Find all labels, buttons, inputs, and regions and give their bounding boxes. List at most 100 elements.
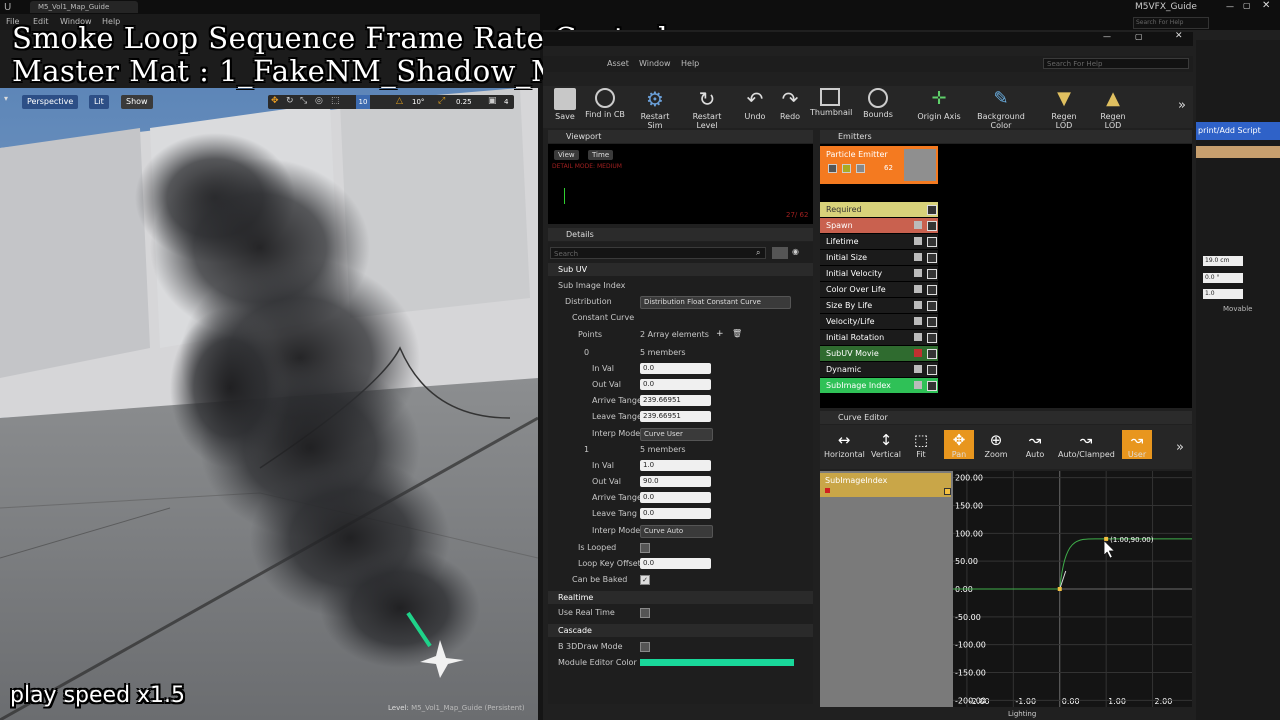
3d-draw-mode-checkbox[interactable] (640, 642, 650, 652)
module-enable-checkbox[interactable] (927, 301, 937, 311)
curve-auto-button[interactable]: ↝ Auto (1020, 430, 1050, 459)
p0-interp-combo[interactable]: Curve User (640, 428, 713, 441)
restart-level-button[interactable]: ↻ Restart Level (682, 88, 732, 130)
restart-sim-button[interactable]: ⚙ Restart Sim (632, 88, 678, 130)
location-field[interactable]: 19.0 cm (1203, 256, 1243, 266)
scale-icon[interactable]: ⤡ (300, 96, 307, 106)
help-search-input[interactable]: Search For Help (1133, 17, 1209, 29)
module-editor-color-swatch[interactable] (640, 659, 794, 666)
module-enable-checkbox[interactable] (927, 349, 937, 359)
loop-key-offset-field[interactable]: 0.0 (640, 558, 711, 569)
curve-fit-button[interactable]: ⬚ Fit (908, 430, 934, 459)
background-color-button[interactable]: ✎ Background Color (966, 88, 1036, 130)
is-looped-checkbox[interactable] (640, 543, 650, 553)
module-curve-toggle[interactable] (914, 349, 922, 357)
cascade-menu-asset[interactable]: Asset (607, 59, 629, 68)
toolbar-overflow-icon[interactable]: » (1178, 98, 1186, 113)
rotation-snap-icon[interactable]: △ (396, 96, 403, 106)
curve-horizontal-button[interactable]: ↔ Horizontal (824, 430, 865, 459)
world-icon[interactable]: ◎ (315, 96, 323, 106)
close-button[interactable]: ✕ (1262, 0, 1270, 11)
p0-inval-field[interactable]: 0.0 (640, 363, 711, 374)
surface-snap-icon[interactable]: ⬚ (331, 96, 340, 106)
camera-speed-value[interactable]: 4 (504, 95, 508, 109)
particle-preview-viewport[interactable]: View Time DETAIL MODE: MEDIUM 27/ 62 (548, 144, 813, 224)
p1-inval-field[interactable]: 1.0 (640, 460, 711, 471)
cascade-menu-help[interactable]: Help (681, 59, 699, 68)
curve-track-subimageindex[interactable]: SubImageIndex (820, 473, 951, 497)
find-in-cb-button[interactable]: Find in CB (584, 88, 626, 119)
module-curve-toggle[interactable] (914, 317, 922, 325)
module-curve-toggle[interactable] (914, 381, 922, 389)
view-button[interactable]: View (554, 150, 579, 160)
perspective-button[interactable]: Perspective (22, 95, 79, 109)
cascade-maximize-button[interactable]: ▢ (1135, 32, 1143, 41)
track-visibility-toggle[interactable] (944, 488, 951, 495)
module-enable-checkbox[interactable] (927, 285, 937, 295)
property-matrix-icon[interactable] (772, 247, 788, 259)
module-enable-checkbox[interactable] (927, 205, 937, 215)
cascade-minimize-button[interactable]: — (1103, 32, 1111, 41)
grid-snap-value[interactable]: 10 (356, 95, 370, 109)
bounds-button[interactable]: Bounds (860, 88, 896, 119)
scale-field[interactable]: 1.0 (1203, 289, 1243, 299)
section-subuv[interactable]: Sub UV (548, 263, 813, 276)
add-script-button[interactable]: print/Add Script (1196, 122, 1280, 140)
module-enable-checkbox[interactable] (927, 365, 937, 375)
module-curve-toggle[interactable] (914, 253, 922, 261)
module-enable-checkbox[interactable] (927, 333, 937, 343)
level-viewport[interactable]: ▾ Perspective Lit Show ✥ ↻ ⤡ ◎ ⬚ 10 △ 10… (0, 88, 538, 720)
lit-button[interactable]: Lit (89, 95, 109, 109)
scale-snap-icon[interactable]: ⤢ (438, 96, 445, 106)
section-cascade[interactable]: Cascade (548, 624, 813, 637)
details-tab[interactable]: Details (548, 230, 594, 239)
module-curve-toggle[interactable] (914, 301, 922, 309)
mobility-movable[interactable]: Movable (1223, 305, 1252, 313)
emitter-header[interactable]: Particle Emitter 62 (820, 146, 938, 184)
module-curve-toggle[interactable] (914, 285, 922, 293)
emitter-render-mode-icon[interactable] (856, 164, 865, 173)
redo-button[interactable]: ↷ Redo (775, 88, 805, 121)
module-enable-checkbox[interactable] (927, 221, 937, 231)
module-enable-checkbox[interactable] (927, 317, 937, 327)
rotate-icon[interactable]: ↻ (286, 96, 294, 106)
scale-snap-value[interactable]: 0.25 (456, 95, 472, 109)
add-element-icon[interactable]: + (716, 329, 724, 339)
curve-vertical-button[interactable]: ↕ Vertical (868, 430, 904, 459)
view-options-eye-icon[interactable]: ◉ (792, 247, 799, 256)
curve-graph[interactable]: -2.00 -1.00 0.00 1.00 2.00200.00150.00100.00… (953, 471, 1192, 707)
distribution-combo[interactable]: Distribution Float Constant Curve (640, 296, 791, 309)
show-button[interactable]: Show (121, 95, 153, 109)
p0-outval-field[interactable]: 0.0 (640, 379, 711, 390)
curve-pan-button[interactable]: ✥ Pan (944, 430, 974, 459)
module-curve-toggle[interactable] (914, 237, 922, 245)
save-button[interactable]: Save (552, 88, 578, 121)
undo-button[interactable]: ↶ Undo (740, 88, 770, 121)
p0-arrive-field[interactable]: 239.66951 (640, 395, 711, 406)
curve-auto-clamped-button[interactable]: ↝ Auto/Clamped (1058, 430, 1115, 459)
use-real-time-checkbox[interactable] (640, 608, 650, 618)
curve-zoom-button[interactable]: ⊕ Zoom (980, 430, 1012, 459)
module-curve-toggle[interactable] (914, 269, 922, 277)
viewport-options-icon[interactable]: ▾ (4, 94, 8, 103)
lighting-section[interactable]: Lighting (1008, 710, 1036, 718)
p1-interp-combo[interactable]: Curve Auto (640, 525, 713, 538)
regen-lod-button-1[interactable]: ▼ Regen LOD (1042, 88, 1086, 130)
can-be-baked-checkbox[interactable]: ✓ (640, 575, 650, 585)
maximize-button[interactable]: ▢ (1243, 1, 1251, 10)
cascade-menu-window[interactable]: Window (639, 59, 671, 68)
minimize-button[interactable]: — (1226, 2, 1234, 11)
module-enable-checkbox[interactable] (927, 237, 937, 247)
viewport-tab[interactable]: Viewport (548, 132, 601, 141)
cascade-help-search[interactable]: Search For Help (1043, 58, 1189, 69)
module-curve-toggle[interactable] (914, 333, 922, 341)
regen-lod-button-2[interactable]: ▲ Regen LOD (1091, 88, 1135, 130)
rotation-field[interactable]: 0.0 ° (1203, 273, 1243, 283)
delete-elements-icon[interactable]: 🗑 (732, 329, 742, 338)
module-curve-toggle[interactable] (914, 221, 922, 229)
module-required[interactable]: Required (820, 202, 938, 217)
module-enable-checkbox[interactable] (927, 269, 937, 279)
curve-toolbar-overflow-icon[interactable]: » (1176, 440, 1184, 455)
level-tab[interactable]: M5_Vol1_Map_Guide (30, 1, 138, 13)
thumbnail-button[interactable]: Thumbnail (810, 88, 852, 117)
